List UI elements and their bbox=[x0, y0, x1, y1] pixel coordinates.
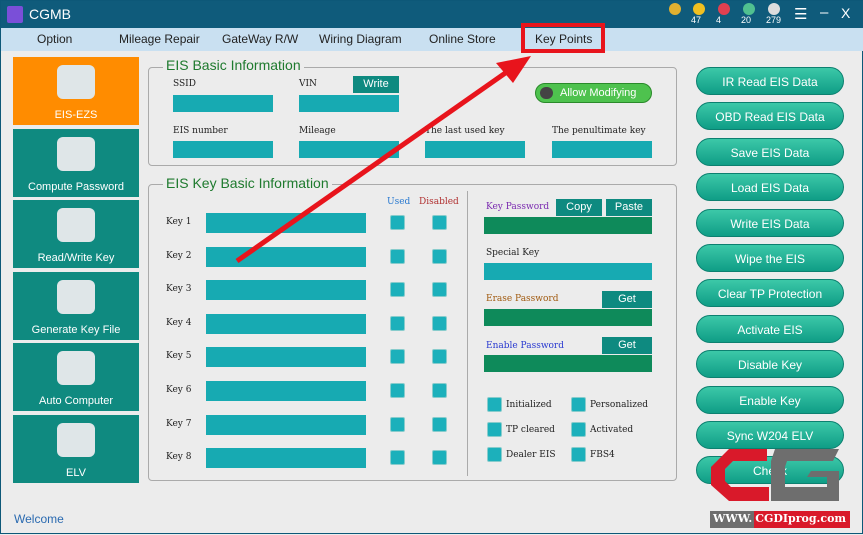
watermark-site: CGDIprog.com bbox=[754, 511, 851, 528]
watermark-www: WWW. bbox=[710, 511, 755, 528]
cg-watermark-logo bbox=[707, 447, 841, 503]
watermark-url: WWW. CGDIprog.com bbox=[710, 511, 851, 528]
